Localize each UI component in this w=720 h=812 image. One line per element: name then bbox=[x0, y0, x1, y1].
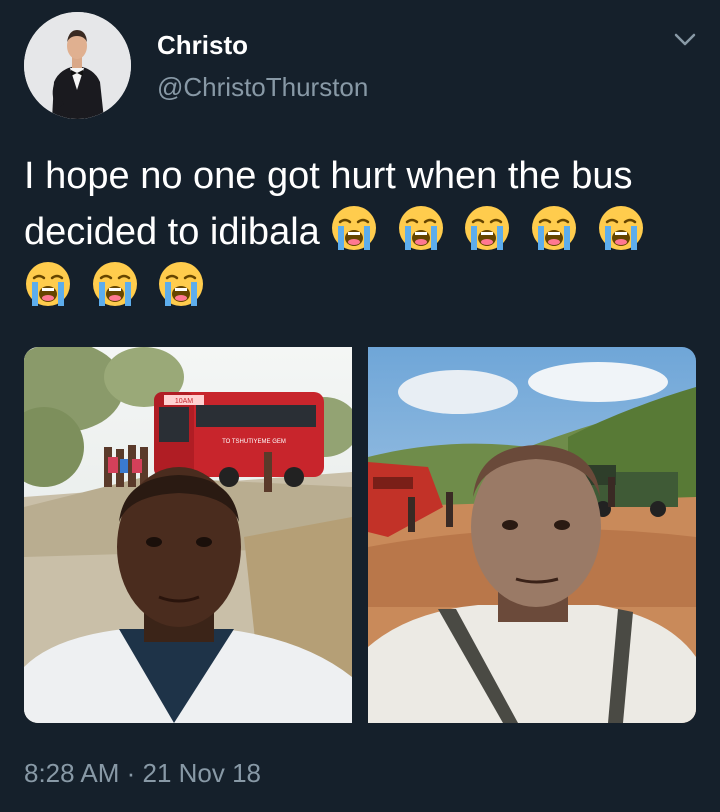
tweet-text: I hope no one got hurt when the bus deci… bbox=[24, 148, 704, 316]
display-name[interactable]: Christo bbox=[157, 30, 248, 61]
loudly-crying-face-icon bbox=[465, 206, 510, 250]
avatar[interactable] bbox=[24, 12, 131, 119]
bus-sign: 10AM bbox=[175, 398, 193, 405]
chevron-down-icon[interactable] bbox=[670, 28, 700, 52]
loudly-crying-face-icon bbox=[398, 206, 443, 250]
loudly-crying-face-icon bbox=[159, 262, 204, 306]
loudly-crying-face-icon bbox=[92, 262, 137, 306]
bus-side-text: TO TSHUTIYEME GEM bbox=[222, 439, 286, 445]
loudly-crying-face-icon bbox=[598, 206, 643, 250]
loudly-crying-face-icon bbox=[26, 262, 70, 306]
photo-selfie-crash[interactable] bbox=[368, 347, 696, 723]
user-handle[interactable]: @ChristoThurston bbox=[157, 72, 368, 103]
tweet-timestamp[interactable]: 8:28 AM · 21 Nov 18 bbox=[24, 758, 261, 789]
loudly-crying-face-icon bbox=[532, 206, 577, 250]
photo-selfie-bus[interactable]: 10AM TO TSHUTIYEME GEM bbox=[24, 347, 352, 723]
avatar-image bbox=[24, 12, 131, 119]
loudly-crying-face-icon bbox=[332, 206, 377, 250]
